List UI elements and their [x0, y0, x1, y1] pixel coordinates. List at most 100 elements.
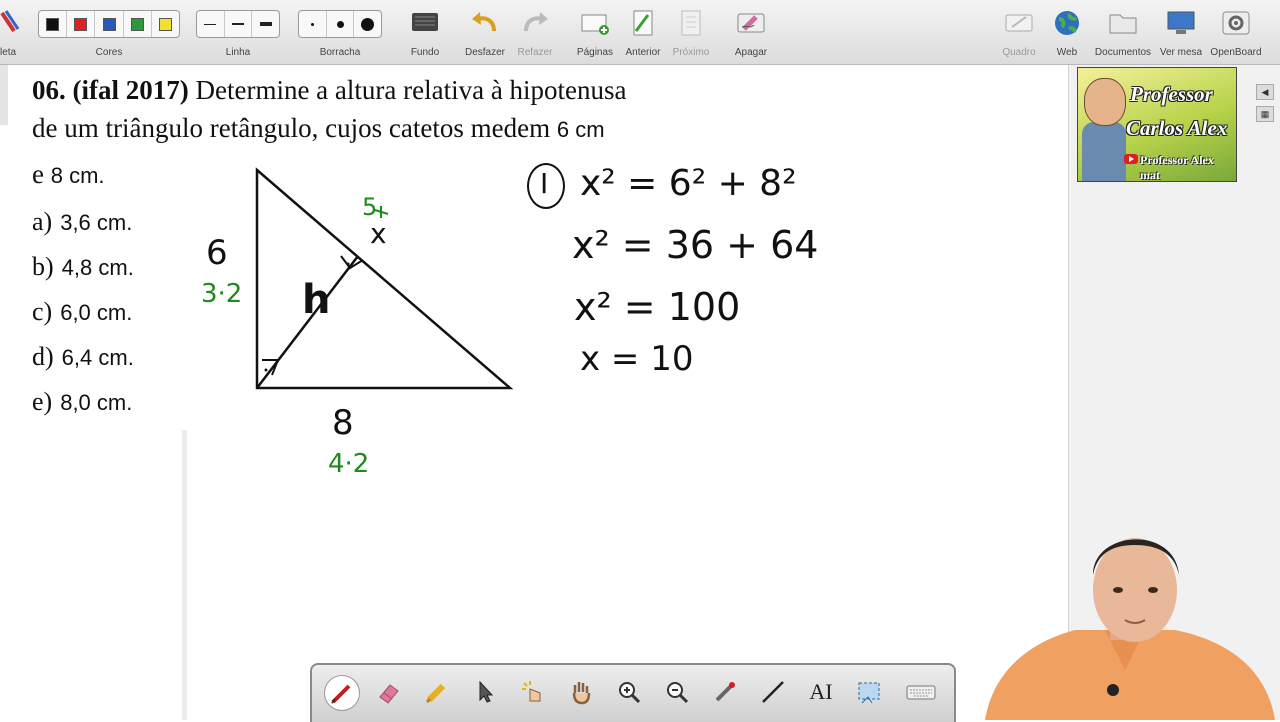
eraser-medium[interactable]: [327, 11, 355, 37]
eraser-tool[interactable]: [372, 675, 406, 709]
webcam-presenter: [985, 538, 1275, 720]
palette-label: leta: [0, 47, 17, 58]
logo-figure-body: [1082, 122, 1126, 181]
option-letter: e): [32, 387, 53, 416]
lapel-microphone: [1107, 684, 1119, 696]
redo-icon: [524, 12, 548, 32]
globe-icon: [1055, 11, 1079, 35]
height-h-label: h: [302, 277, 331, 323]
eraser-label: Borracha: [319, 47, 361, 58]
openboard-label: OpenBoard: [1210, 47, 1262, 58]
step-marker: I: [540, 167, 549, 200]
zoom-out-icon: [667, 682, 689, 704]
capture-tool[interactable]: [852, 675, 886, 709]
logo-figure-face: [1084, 78, 1126, 126]
option-value: 6,4 cm.: [61, 345, 134, 370]
web-button[interactable]: Web: [1044, 4, 1090, 60]
question-line-3: e 8 cm.: [32, 159, 105, 190]
add-page-icon: [581, 14, 609, 35]
interact-icon: [522, 681, 541, 702]
line-group: Linha: [196, 4, 280, 60]
line-tool[interactable]: [756, 675, 790, 709]
pages-label: Páginas: [576, 47, 614, 58]
text-icon: AI: [809, 679, 833, 704]
keyboard-tool[interactable]: [904, 675, 938, 709]
right-triangle: [255, 167, 514, 390]
interact-tool[interactable]: [516, 675, 550, 709]
board-mode-button[interactable]: Quadro: [996, 4, 1042, 60]
color-blue[interactable]: [95, 11, 124, 37]
hand-tool[interactable]: [564, 675, 598, 709]
zoom-in-tool[interactable]: [612, 675, 646, 709]
undo-button[interactable]: Desfazer: [462, 4, 508, 60]
question-text-2: de um triângulo retângulo, cujos catetos…: [32, 113, 551, 143]
option-letter: a): [32, 207, 53, 236]
erase-label: Apagar: [734, 47, 768, 58]
highlighter-tool[interactable]: [420, 675, 454, 709]
eraser-size-selector: [298, 10, 382, 38]
redo-button[interactable]: Refazer: [512, 4, 558, 60]
keyboard-icon: [906, 685, 936, 700]
equation-4: x = 10: [580, 339, 694, 379]
highlighter-icon: [425, 683, 446, 704]
selector-tool[interactable]: [468, 675, 502, 709]
colors-label: Cores: [95, 47, 123, 58]
colors-group: Cores: [38, 4, 180, 60]
pages-button[interactable]: Páginas: [572, 4, 618, 60]
capture-icon: [858, 682, 880, 704]
option-a: a) 3,6 cm.: [32, 207, 132, 237]
line-medium[interactable]: [225, 11, 253, 37]
line-thick[interactable]: [252, 11, 279, 37]
option-letter: d): [32, 342, 54, 371]
desktop-label: Ver mesa: [1159, 47, 1203, 58]
next-label: Próximo: [672, 47, 710, 58]
color-green[interactable]: [124, 11, 152, 37]
tool-dock: AI: [310, 663, 956, 722]
line-thin[interactable]: [197, 11, 225, 37]
hypotenuse-x-label: x: [370, 217, 387, 250]
collapse-panel-button[interactable]: ◀: [1256, 84, 1274, 100]
previous-page-button[interactable]: Anterior: [620, 4, 666, 60]
erase-all-button[interactable]: Apagar: [728, 4, 774, 60]
question-source: (ifal 2017): [72, 75, 189, 105]
side-bottom-label: 8: [332, 403, 354, 443]
library-panel-button[interactable]: ▦: [1256, 106, 1274, 122]
option-c: c) 6,0 cm.: [32, 297, 132, 327]
option-e: e) 8,0 cm.: [32, 387, 132, 417]
undo-label: Desfazer: [464, 47, 505, 58]
previous-page-icon: [633, 10, 653, 36]
next-page-button[interactable]: Próximo: [668, 4, 714, 60]
next-page-icon: [681, 10, 701, 36]
canvas-divider: [182, 430, 187, 720]
text-tool[interactable]: AI: [804, 675, 838, 709]
desktop-button[interactable]: Ver mesa: [1156, 4, 1206, 60]
channel-logo: Professor Carlos Alex Professor Alex mat: [1077, 67, 1237, 182]
folder-icon: [1109, 14, 1137, 34]
side-bottom-green-label: 4·2: [328, 449, 370, 479]
pen-tool[interactable]: [324, 675, 360, 711]
background-button[interactable]: Fundo: [402, 4, 448, 60]
main-toolbar: leta Cores Linha Borracha Fundo Desfazer…: [0, 0, 1280, 65]
color-selector: [38, 10, 180, 38]
color-black[interactable]: [39, 11, 68, 37]
option-value: 4,8 cm.: [61, 255, 134, 280]
web-label: Web: [1056, 47, 1078, 58]
zoom-out-tool[interactable]: [660, 675, 694, 709]
documents-button[interactable]: Documentos: [1094, 4, 1152, 60]
option-letter: b): [32, 252, 54, 281]
palette-icon: [0, 10, 20, 33]
openboard-settings-button[interactable]: OpenBoard: [1208, 4, 1264, 60]
line-width-selector: [196, 10, 280, 38]
triangle-drawing: [255, 167, 514, 390]
laser-pointer-tool[interactable]: [708, 675, 742, 709]
line-label: Linha: [225, 47, 251, 58]
logo-channel-name: Professor Alex mat: [1140, 153, 1214, 182]
color-red[interactable]: [67, 11, 96, 37]
line-icon: [762, 681, 784, 703]
palette-button[interactable]: leta: [0, 4, 26, 60]
eraser-large[interactable]: [354, 11, 381, 37]
eraser-small[interactable]: [299, 11, 327, 37]
equation-1: x² = 6² + 8²: [580, 163, 797, 204]
color-yellow[interactable]: [152, 11, 179, 37]
undo-icon: [472, 12, 496, 32]
